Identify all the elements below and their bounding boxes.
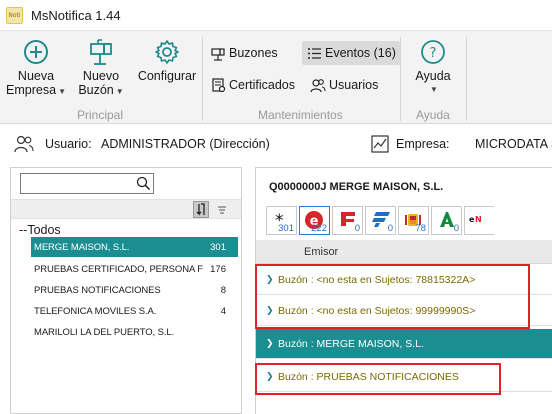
empresa-value: MICRODATA SC [475,137,552,151]
message-row[interactable]: ❯ Buzón : <no esta en Sujetos: 78815322A… [256,265,552,295]
nuevo-buzon-button[interactable]: Nuevo Buzón ▼ [76,37,126,99]
message-text: Buzón : <no esta en Sujetos: 99999990S> [278,304,476,317]
channel-count: 222 [311,223,327,234]
message-text: Buzón : <no esta en Sujetos: 78815322A> [278,273,476,286]
channel-button-all[interactable]: * 301 [266,206,297,235]
channel-count: 0 [354,223,360,234]
channel-count: 301 [278,223,294,234]
entity-row[interactable]: MARILOLI LA DEL PUERTO, S.L. [31,322,238,342]
info-bar: Usuario: ADMINISTRADOR (Dirección) Empre… [0,125,552,163]
entity-count: 8 [220,284,226,296]
svg-text:?: ? [430,46,437,61]
group-separator [202,37,203,121]
expand-arrow-icon[interactable]: ❯ [266,274,274,285]
mailbox-small-icon [210,45,226,61]
entity-count: 4 [220,305,226,317]
certificate-icon [210,77,226,93]
window-title: MsNotifica 1.44 [31,7,121,23]
certificados-button[interactable]: Certificados [206,74,299,96]
channel-count: 78 [415,223,426,234]
plus-circle-icon [22,37,50,67]
usuarios-label: Usuarios [329,78,379,92]
column-header-emisor[interactable]: Emisor [256,240,552,264]
search-icon[interactable] [136,176,151,191]
channel-count: 0 [453,223,459,234]
nuevo-buzon-label-2: Buzón ▼ [78,83,124,97]
entity-name: PRUEBAS CERTIFICADO, PERSONA F [34,263,203,275]
entity-count: 301 [210,241,226,253]
ayuda-button[interactable]: ? Ayuda ▼ [410,37,456,97]
tree-root-todos[interactable]: --Todos [19,223,61,237]
eventos-label: Eventos (16) [325,46,396,60]
nueva-empresa-label-2: Empresa ▼ [6,83,66,97]
expand-arrow-icon[interactable]: ❯ [266,371,274,382]
notifications-panel: Q0000000J MERGE MAISON, S.L. * 301 e 222… [255,167,552,414]
company-title: Q0000000J MERGE MAISON, S.L. [269,181,444,193]
entity-count: 176 [210,263,226,275]
nueva-empresa-button[interactable]: Nueva Empresa ▼ [6,37,66,99]
group-separator [466,37,467,121]
message-row[interactable]: ❯ Buzón : PRUEBAS NOTIFICACIONES [256,362,552,392]
users-icon [14,135,34,156]
group-label-mantenimientos: Mantenimientos [258,108,343,122]
entity-name: TELEFONICA MOVILES S.A. [34,305,157,317]
company-chart-icon [371,134,391,157]
usuario-value: ADMINISTRADOR (Dirección) [101,137,270,151]
sort-descending-icon[interactable] [193,201,209,218]
users-icon [310,77,326,93]
channel-button-enotum[interactable]: eN [464,206,494,235]
list-icon [306,45,322,61]
buzones-button[interactable]: Buzones [206,42,282,64]
caret-down-icon: ▼ [430,85,438,94]
caret-down-icon: ▼ [115,87,124,96]
sort-order-icon[interactable] [214,201,230,218]
expand-arrow-icon[interactable]: ❯ [266,338,274,349]
message-row[interactable]: ❯ Buzón : <no esta en Sujetos: 99999990S… [256,296,552,326]
enotum-icon: eN [469,210,489,228]
channel-button-agencia-tributaria[interactable]: 0 [365,206,396,235]
ayuda-button-label: Ayuda [415,69,451,83]
message-text: Buzón : MERGE MAISON, S.L. [278,337,424,350]
app-logo-icon: Noti [6,6,23,24]
group-separator [400,37,401,121]
nueva-empresa-label-1: Nueva [17,69,55,83]
usuario-label: Usuario: [45,137,92,151]
caret-down-icon: ▼ [58,87,66,96]
entity-row[interactable]: TELEFONICA MOVILES S.A. 4 [31,301,238,321]
help-circle-icon: ? [419,37,447,67]
usuarios-button[interactable]: Usuarios [306,74,382,96]
channel-count: 0 [387,223,393,234]
column-header-label: Emisor [304,246,339,258]
entity-row[interactable]: PRUEBAS NOTIFICACIONES 8 [31,280,238,300]
message-row[interactable]: ❯ Buzón : MERGE MAISON, S.L. [256,329,552,359]
channel-button-e-notificacion[interactable]: e 222 [299,206,330,235]
expand-arrow-icon[interactable]: ❯ [266,305,274,316]
channel-button-espana[interactable]: 78 [398,206,429,235]
configurar-button[interactable]: Configurar [136,37,198,83]
group-label-ayuda: Ayuda [416,108,450,122]
channel-button-andalucia[interactable]: 0 [431,206,462,235]
mailbox-icon [87,37,115,67]
entity-name: MARILOLI LA DEL PUERTO, S.L. [34,326,175,338]
svg-text:N: N [475,215,482,224]
eventos-button[interactable]: Eventos (16) [302,41,400,65]
channel-button-seguridad-social[interactable]: 0 [332,206,363,235]
certificados-label: Certificados [229,78,295,92]
sort-toolbar [11,199,241,219]
entity-name: MERGE MAISON, S.L. [34,241,130,253]
entity-row[interactable]: PRUEBAS CERTIFICADO, PERSONA F 176 [31,259,238,279]
entity-row[interactable]: MERGE MAISON, S.L. 301 [31,237,238,257]
empresa-label: Empresa: [396,137,450,151]
ribbon: Nueva Empresa ▼ Nuevo Buzón ▼ Configurar P… [0,30,552,124]
nuevo-buzon-label-1: Nuevo [82,69,120,83]
title-bar: Noti MsNotifica 1.44 [0,0,552,30]
group-label-principal: Principal [77,108,124,122]
gear-icon [153,37,181,67]
buzones-label: Buzones [229,46,278,60]
search-input[interactable] [20,173,154,194]
configurar-label: Configurar [137,69,197,83]
message-text: Buzón : PRUEBAS NOTIFICACIONES [278,370,459,383]
entity-name: PRUEBAS NOTIFICACIONES [34,284,161,296]
entity-tree-panel: --Todos MERGE MAISON, S.L. 301 PRUEBAS C… [10,167,242,414]
